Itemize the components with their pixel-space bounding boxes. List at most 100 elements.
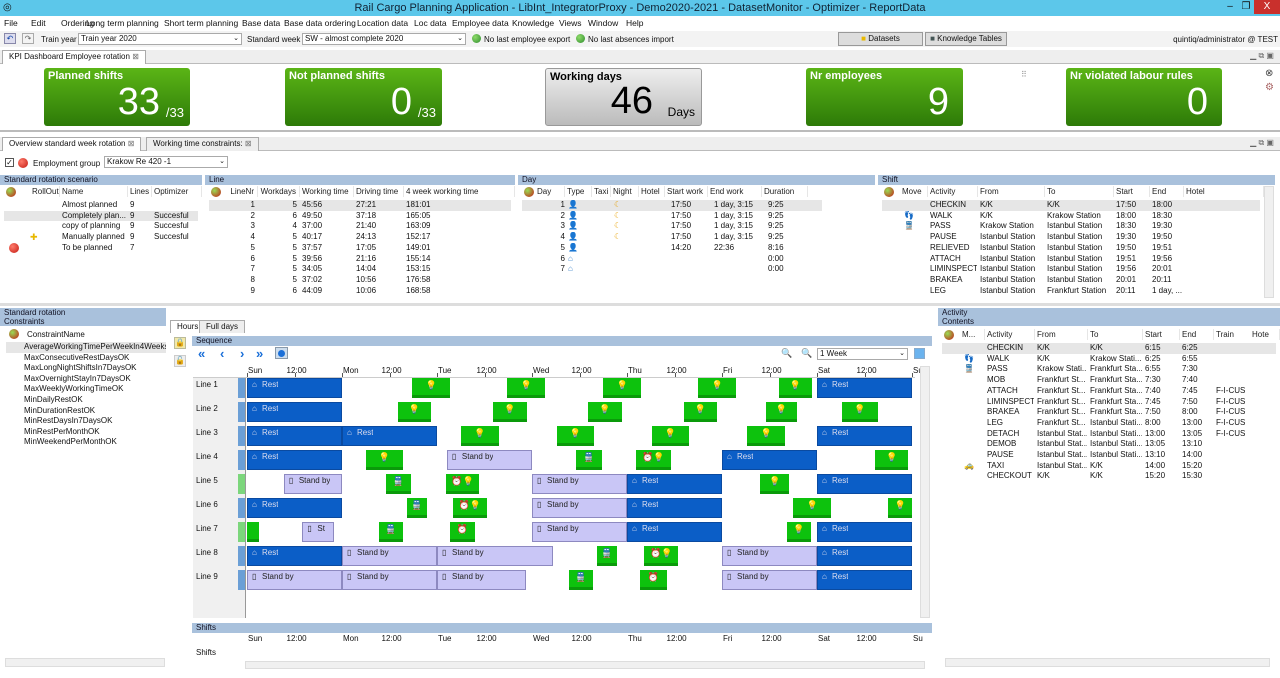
activity-row[interactable]: DETACH Istanbul Stat... Istanbul Stati... 1… [942,429,1276,440]
constraint-item[interactable]: MinDailyRestOK [6,395,166,406]
shift-bar-standby[interactable]: ▯ Stand by [247,570,342,590]
shift-bar-green[interactable]: 💡 [760,474,790,494]
shift-bar-green[interactable]: 💡 [412,378,451,398]
zoom-in-icon[interactable]: 🔍 [801,348,812,359]
column-header-workdays[interactable]: Workdays [258,186,300,197]
shift-bar-rest[interactable]: ⌂ Rest [722,450,817,470]
menu-loc-data[interactable]: Loc data [414,18,447,28]
shift-bar-green[interactable]: 🚆 [385,474,412,494]
shift-bar-standby[interactable]: ▯ Stand by [446,450,532,470]
shift-bar-green[interactable]: ⏰💡 [452,498,487,518]
shift-bar-green[interactable]: 💡 [684,402,717,422]
activity-hscrollbar[interactable] [945,658,1270,667]
column-header-from[interactable]: From [1035,329,1088,340]
shift-bar-green[interactable]: 💡 [556,426,595,446]
column-header-start-work[interactable]: Start work [665,186,708,197]
tab-kpi-dashboard[interactable]: KPI Dashboard Employee rotation ⊠ [2,50,146,64]
kpi-tile[interactable]: Planned shifts 33/33 [44,68,190,126]
column-header-activity[interactable]: Activity [928,186,978,197]
constraint-item[interactable]: MinWeekendPerMonthOK [6,437,166,448]
next-icon[interactable]: › [240,346,244,361]
datasets-button[interactable]: ■ Datasets [838,32,923,46]
employment-group-select[interactable]: Krakow Re 420 -1 ⌄ [104,156,228,168]
day-row[interactable]: 2 👤 ☾ 17:50 1 day, 3:15 9:25 [522,211,822,222]
constraint-item[interactable]: MaxOvernightStayIn7DaysOK [6,374,166,385]
column-header-rollout[interactable]: RollOut [30,186,60,197]
day-row[interactable]: 6 ⌂ 0:00 [522,254,822,265]
shift-bar-rest[interactable]: ⌂ Rest [247,450,342,470]
shift-bar-rest[interactable]: ⌂ Rest [817,546,912,566]
activity-row[interactable]: BRAKEA Frankfurt St... Frankfurt Sta... 7:5… [942,407,1276,418]
menu-edit[interactable]: Edit [31,18,46,28]
constraint-item[interactable]: MinRestDaysIn7DaysOK [6,416,166,427]
shift-bar-standby[interactable]: ▯ Stand by [532,498,627,518]
column-header-m-[interactable]: M... [960,329,985,340]
shift-bar-green[interactable]: 💡 [651,426,690,446]
constraint-item[interactable]: MaxLongNightShiftsIn7DaysOK [6,363,166,374]
shift-bar-green[interactable]: ⏰💡 [636,450,671,470]
tab-overview-standard-week[interactable]: Overview standard week rotation ⊠ [2,137,142,151]
activity-row[interactable]: 🚕 TAXI Istanbul Stat... K/K 14:00 15:20 [942,461,1276,472]
column-header-optimizer[interactable]: Optimizer [152,186,202,197]
menu-views[interactable]: Views [559,18,582,28]
standard-week-select[interactable]: SW - almost complete 2020 ⌄ [302,33,466,45]
shift-bar-green[interactable]: ⏰💡 [644,546,679,566]
day-row[interactable]: 7 ⌂ 0:00 [522,264,822,275]
shift-row[interactable]: PAUSE Istanbul Station Istanbul Station 19:… [882,232,1260,243]
column-header-lines[interactable]: Lines [128,186,152,197]
menu-help[interactable]: Help [626,18,643,28]
constraint-item[interactable]: MaxConsecutiveRestDaysOK [6,353,166,364]
line-row[interactable]: 1 5 45:56 27:21 181:01 [209,200,511,211]
unlock-icon[interactable]: 🔓 [174,355,186,367]
shift-bar-green[interactable]: 🚆 [406,498,428,518]
scenario-row[interactable]: Almost planned 9 [4,200,198,211]
line-row[interactable]: 6 5 39:56 21:16 155:14 [209,254,511,265]
zoom-out-icon[interactable]: 🔍 [781,348,792,359]
shift-bar-green[interactable]: 💡 [888,498,912,518]
gantt-vscrollbar[interactable] [920,366,930,618]
tab-working-time-constraints[interactable]: Working time constraints: ⊠ [146,137,259,151]
shift-bar-standby[interactable]: ▯ Stand by [722,570,817,590]
close-tab-icon[interactable]: ⊠ [128,139,135,148]
splitter[interactable] [0,303,1280,306]
shift-bar-green[interactable]: 💡 [365,450,403,470]
activity-row[interactable]: LIMINSPECT Frankfurt St... Frankfurt Sta..… [942,397,1276,408]
shift-bar-green[interactable]: 💡 [779,378,812,398]
shift-bar-standby[interactable]: ▯ Stand by [532,522,627,542]
menu-base-data[interactable]: Base data [242,18,280,28]
shift-bar-green[interactable]: 💡 [746,426,786,446]
shift-bar-standby[interactable]: ▯ Stand by [342,570,437,590]
shift-bar-green[interactable]: 💡 [765,402,798,422]
shift-bar-rest[interactable]: ⌂ Rest [627,474,722,494]
column-header-duration[interactable]: Duration [762,186,808,197]
menu-window[interactable]: Window [588,18,618,28]
shift-bar-green[interactable]: ⏰💡 [446,474,479,494]
shift-scrollbar[interactable] [1264,186,1274,298]
day-row[interactable]: 3 👤 ☾ 17:50 1 day, 3:15 9:25 [522,221,822,232]
shift-bar-rest[interactable]: ⌂ Rest [342,426,437,446]
employment-group-checkbox[interactable]: ✓ [5,158,14,167]
shift-bar-green[interactable]: 🚆 [575,450,603,470]
shift-bar-green[interactable]: 💡 [786,522,812,542]
shift-bar-rest[interactable]: ⌂ Rest [817,570,912,590]
scenario-row[interactable]: To be planned 7 [4,243,198,254]
lock-icon[interactable]: 🔒 [174,337,186,349]
knowledge-tables-button[interactable]: ■ Knowledge Tables [925,32,1007,46]
close-dashboard-icon[interactable]: ⊗ [1265,68,1273,79]
shift-bar-green[interactable]: 🚆 [378,522,403,542]
export-icon[interactable] [914,348,925,359]
shift-bar-green[interactable]: 💡 [492,402,527,422]
column-header-move[interactable]: Move [900,186,928,197]
activity-row[interactable]: CHECKIN K/K K/K 6:15 6:25 [942,343,1276,354]
column-header-end-work[interactable]: End work [708,186,762,197]
drag-handle-icon[interactable]: ⠿ [1021,70,1027,79]
menu-long-term-planning[interactable]: Long term planning [86,18,159,28]
shift-row[interactable]: 👣 WALK K/K Krakow Station 18:00 18:30 [882,211,1260,222]
shift-bar-green[interactable]: 💡 [588,402,622,422]
kpi-tile[interactable]: Nr employees 9 [806,68,963,126]
shift-bar-standby[interactable]: ▯ St [302,522,335,542]
shift-bar-green[interactable]: 🚆 [596,546,618,566]
column-header-day[interactable]: Day [535,186,565,197]
menu-location-data[interactable]: Location data [357,18,408,28]
restore-button[interactable]: ❐ [1236,0,1256,14]
